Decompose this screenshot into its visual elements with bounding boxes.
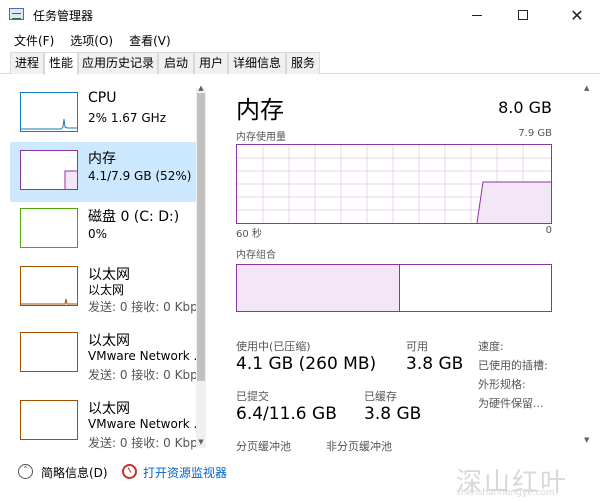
tab-startup[interactable]: 启动 <box>158 52 194 74</box>
form-factor-label: 外形规格: <box>478 378 526 391</box>
title-bar: 任务管理器 ✕ <box>0 0 600 30</box>
watermark-url: shenshanhongye.com <box>456 488 555 498</box>
sidebar-item-memory[interactable]: 内存 4.1/7.9 GB (52%) <box>10 142 196 202</box>
scroll-up-icon[interactable]: ▲ <box>584 84 589 92</box>
open-resource-monitor-link[interactable]: 打开资源监视器 <box>143 464 227 481</box>
sidebar-scroll-thumb[interactable] <box>197 93 205 381</box>
sidebar-item-throughput: 发送: 0 接收: 0 Kbp <box>88 300 198 314</box>
tab-details[interactable]: 详细信息 <box>228 52 286 74</box>
detail-scrollbar[interactable]: ▲ ▼ <box>584 84 592 448</box>
sidebar-item-ethernet-3[interactable]: 以太网 VMware Network ... 发送: 0 接收: 0 Kbp <box>10 392 205 452</box>
speed-label: 速度: <box>478 340 504 353</box>
usage-chart-label: 内存使用量 <box>236 132 286 143</box>
in-use-value: 4.1 GB (260 MB) <box>236 354 377 374</box>
usage-chart-max: 7.9 GB <box>518 128 552 139</box>
paged-pool-label: 分页缓冲池 <box>236 440 291 453</box>
sidebar-item-detail: 2% 1.67 GHz <box>88 111 167 125</box>
sidebar-item-disk[interactable]: 磁盘 0 (C: D:) 0% <box>10 200 196 260</box>
close-icon: ✕ <box>570 5 584 25</box>
close-button[interactable]: ✕ <box>554 0 600 30</box>
available-value: 3.8 GB <box>406 354 464 374</box>
sidebar-item-title: CPU <box>88 90 117 106</box>
cached-label: 已缓存 <box>364 390 397 403</box>
sidebar-item-title: 内存 <box>88 151 116 167</box>
sidebar-item-detail: VMware Network ... <box>88 349 205 363</box>
scroll-down-icon[interactable]: ▼ <box>196 438 206 448</box>
disk-thumbnail <box>20 208 78 248</box>
sidebar-item-title: 以太网 <box>88 333 130 349</box>
tab-performance[interactable]: 性能 <box>44 52 78 75</box>
sidebar-scrollbar[interactable]: ▲ ▼ <box>196 84 206 448</box>
sidebar-item-detail: VMware Network ... <box>88 417 205 431</box>
nonpaged-pool-label: 非分页缓冲池 <box>326 440 392 453</box>
task-manager-icon <box>9 8 24 20</box>
maximize-icon <box>518 10 528 20</box>
tab-users[interactable]: 用户 <box>194 52 228 74</box>
ethernet-thumbnail <box>20 332 78 372</box>
maximize-button[interactable] <box>500 0 546 30</box>
cached-value: 3.8 GB <box>364 404 422 424</box>
memory-usage-graph <box>237 145 551 224</box>
minimize-icon <box>472 14 482 16</box>
cpu-thumbnail <box>20 92 78 132</box>
resource-list: CPU 2% 1.67 GHz 内存 4.1/7.9 GB (52%) 磁盘 0… <box>10 84 210 452</box>
tab-services[interactable]: 服务 <box>286 52 320 74</box>
tab-app-history[interactable]: 应用历史记录 <box>78 52 158 74</box>
sidebar-item-title: 以太网 <box>88 401 130 417</box>
sidebar-item-ethernet-1[interactable]: 以太网 以太网 发送: 0 接收: 0 Kbp <box>10 258 198 318</box>
menu-view[interactable]: 查看(V) <box>121 32 179 49</box>
fewer-details-button[interactable]: 简略信息(D) <box>41 464 108 481</box>
sidebar-item-detail: 0% <box>88 227 108 241</box>
page-title: 内存 <box>236 96 284 124</box>
sidebar-item-cpu[interactable]: CPU 2% 1.67 GHz <box>10 84 196 144</box>
committed-value: 6.4/11.6 GB <box>236 404 337 424</box>
sidebar-item-title: 磁盘 0 (C: D:) <box>88 209 180 225</box>
axis-end-label: 0 <box>545 225 552 236</box>
tab-processes[interactable]: 进程 <box>10 52 44 74</box>
composition-in-use <box>237 265 401 311</box>
memory-usage-chart <box>236 144 552 224</box>
minimize-button[interactable] <box>454 0 500 30</box>
in-use-label: 使用中(已压缩) <box>236 340 311 353</box>
sidebar-item-detail: 以太网 <box>88 283 125 297</box>
available-label: 可用 <box>406 340 428 353</box>
chevron-up-icon[interactable]: ˄ <box>18 464 33 479</box>
resource-monitor-icon[interactable] <box>122 464 137 479</box>
ethernet-thumbnail <box>20 400 78 440</box>
sidebar-item-throughput: 发送: 0 接收: 0 Kbp <box>88 368 198 382</box>
tab-bar: 进程 性能 应用历史记录 启动 用户 详细信息 服务 <box>0 52 600 75</box>
axis-start-label: 60 秒 <box>236 229 262 240</box>
hardware-reserved-label: 为硬件保留... <box>478 397 544 410</box>
slots-used-label: 已使用的插槽: <box>478 359 548 372</box>
memory-thumbnail <box>20 150 78 190</box>
scroll-down-icon[interactable]: ▼ <box>584 436 589 444</box>
memory-detail-panel: 内存 8.0 GB 内存使用量 7.9 GB 60 秒 0 内存组合 使用中(已… <box>226 84 562 453</box>
menu-file[interactable]: 文件(F) <box>6 32 62 49</box>
window-title: 任务管理器 <box>33 9 94 23</box>
menu-options[interactable]: 选项(O) <box>62 32 121 49</box>
menu-bar: 文件(F) 选项(O) 查看(V) <box>0 30 600 50</box>
sidebar-item-throughput: 发送: 0 接收: 0 Kbp <box>88 436 198 450</box>
memory-composition-bar <box>236 264 552 312</box>
ethernet-thumbnail <box>20 266 78 306</box>
composition-label: 内存组合 <box>236 250 276 261</box>
committed-label: 已提交 <box>236 390 269 403</box>
sidebar-item-ethernet-2[interactable]: 以太网 VMware Network ... 发送: 0 接收: 0 Kbp <box>10 324 205 384</box>
sidebar-item-detail: 4.1/7.9 GB (52%) <box>88 169 192 183</box>
memory-total: 8.0 GB <box>498 98 552 117</box>
